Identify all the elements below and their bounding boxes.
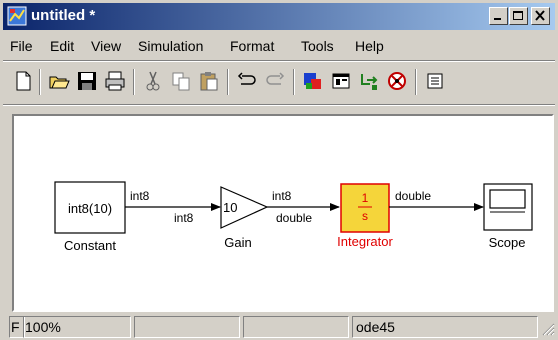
model-canvas[interactable]: int8(10) Constant int8 int8 10 Gain int8… <box>12 114 554 312</box>
target-icon[interactable] <box>383 67 411 95</box>
close-button[interactable] <box>531 7 550 25</box>
integrator-numerator: 1 <box>362 191 369 205</box>
menu-tools[interactable]: Tools <box>301 38 334 54</box>
simulink-window: untitled * File Edit View Simulation For… <box>0 0 558 340</box>
block-diagram: int8(10) Constant int8 int8 10 Gain int8… <box>54 181 533 253</box>
status-empty-1 <box>134 316 240 338</box>
resize-grip-icon[interactable] <box>541 322 555 336</box>
menu-help[interactable]: Help <box>355 38 384 54</box>
debugger-icon[interactable] <box>355 67 383 95</box>
menu-bar: File Edit View Simulation Format Tools H… <box>3 34 555 58</box>
constant-value: int8(10) <box>68 201 112 216</box>
scope-screen-icon <box>489 189 526 209</box>
signal-label-gain-in: int8 <box>174 211 194 225</box>
copy-icon[interactable] <box>167 67 195 95</box>
title-bar[interactable]: untitled * <box>3 3 555 30</box>
status-bar: F 100% ode45 <box>3 316 555 338</box>
status-solver: ode45 <box>352 316 538 338</box>
undo-icon[interactable] <box>233 67 261 95</box>
constant-block[interactable]: int8(10) <box>54 181 126 234</box>
signal-label-gain-out-bottom: double <box>276 211 312 225</box>
toolbar-separator <box>133 69 135 95</box>
toolbar-separator <box>293 69 295 95</box>
menu-view[interactable]: View <box>91 38 121 54</box>
scope-label: Scope <box>489 235 526 250</box>
minimize-button[interactable] <box>489 7 508 25</box>
integrator-denominator: s <box>362 209 368 223</box>
status-empty-2 <box>243 316 349 338</box>
new-icon[interactable] <box>9 67 37 95</box>
toolbar-separator <box>227 69 229 95</box>
toolbar <box>3 62 555 102</box>
signal-label-constant-out: int8 <box>130 189 150 203</box>
integrator-block[interactable]: 1 s <box>340 183 390 233</box>
more-icon[interactable] <box>421 67 449 95</box>
open-icon[interactable] <box>45 67 73 95</box>
scope-block[interactable] <box>483 183 533 231</box>
save-icon[interactable] <box>73 67 101 95</box>
status-zoom: 100% <box>23 316 131 338</box>
gain-label: Gain <box>224 235 251 250</box>
integrator-label: Integrator <box>337 234 393 249</box>
redo-icon[interactable] <box>261 67 289 95</box>
window-title: untitled * <box>31 7 96 24</box>
signal-label-gain-out-top: int8 <box>272 189 292 203</box>
menu-format[interactable]: Format <box>230 38 274 54</box>
model-explorer-icon[interactable] <box>327 67 355 95</box>
simulink-app-icon <box>7 6 27 26</box>
menu-simulation[interactable]: Simulation <box>138 38 203 54</box>
maximize-button[interactable] <box>509 7 528 25</box>
gain-value: 10 <box>223 200 237 215</box>
constant-label: Constant <box>64 238 116 253</box>
toolbar-separator <box>39 69 41 95</box>
toolbar-separator-line <box>3 104 555 106</box>
toolbar-separator <box>415 69 417 95</box>
signal-label-integrator-out: double <box>395 189 431 203</box>
gain-block[interactable]: 10 <box>220 186 269 229</box>
paste-icon[interactable] <box>195 67 223 95</box>
print-icon[interactable] <box>101 67 129 95</box>
cut-icon[interactable] <box>139 67 167 95</box>
menu-edit[interactable]: Edit <box>50 38 74 54</box>
menu-file[interactable]: File <box>10 38 33 54</box>
library-browser-icon[interactable] <box>299 67 327 95</box>
